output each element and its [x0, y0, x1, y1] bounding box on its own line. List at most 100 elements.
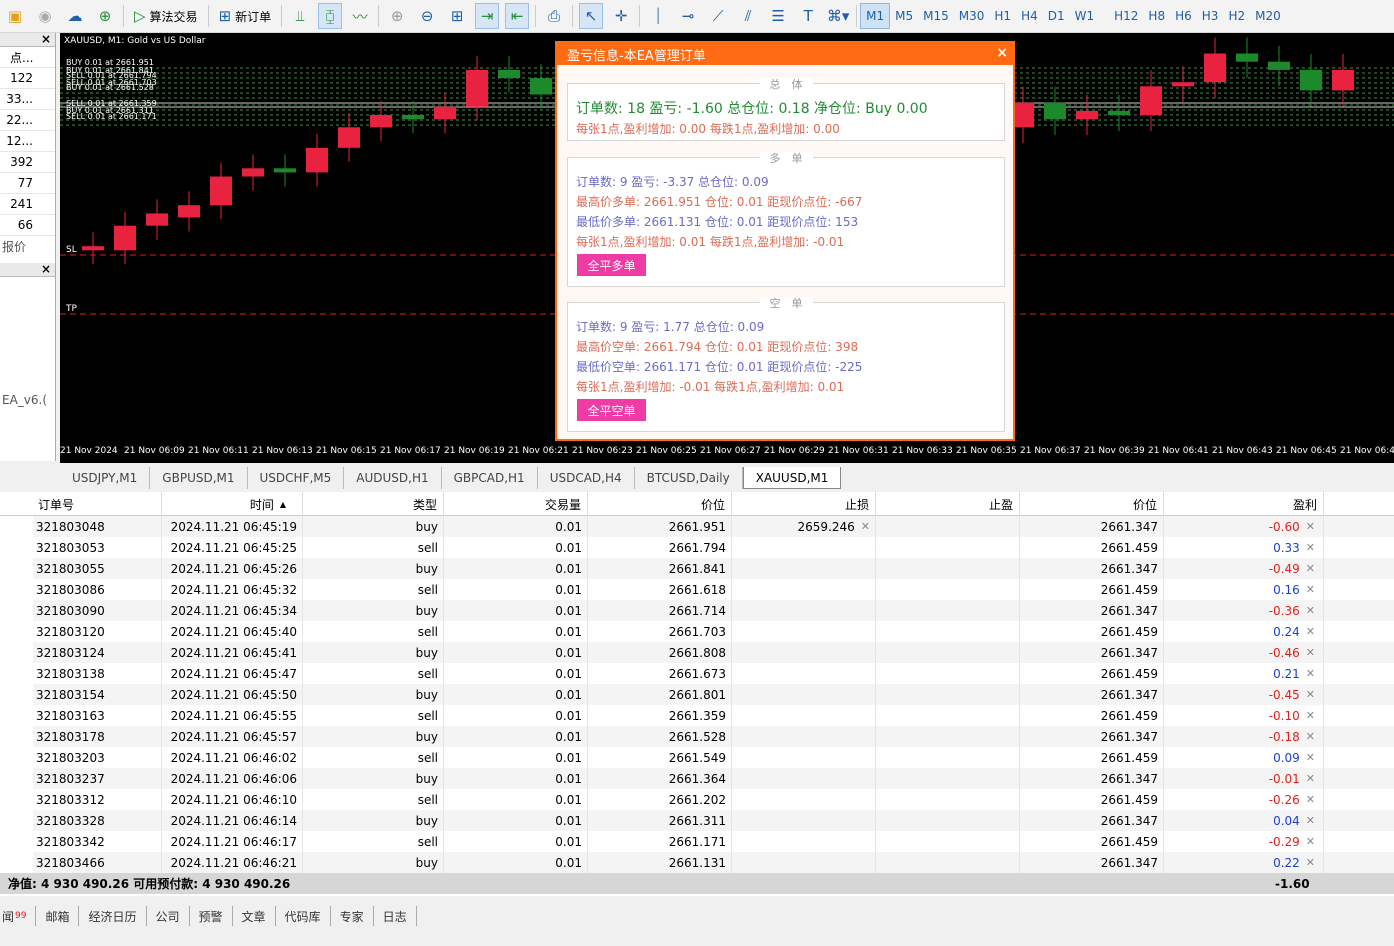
timeframe-m15[interactable]: M15: [918, 3, 954, 29]
table-row[interactable]: 321803120 2024.11.21 06:45:40 sell 0.01 2661…: [0, 621, 1394, 642]
remove-icon[interactable]: ✕: [1306, 562, 1315, 575]
screenshot-icon[interactable]: ⎙: [542, 3, 566, 29]
quote-tab-label[interactable]: 报价: [0, 236, 55, 257]
symbol-tab[interactable]: USDCAD,H4: [538, 467, 635, 489]
remove-icon[interactable]: ✕: [1306, 751, 1315, 764]
column-header[interactable]: 订单号: [0, 492, 162, 516]
quote-value[interactable]: 77: [0, 173, 55, 194]
close-all-long-button[interactable]: 全平多单: [577, 254, 646, 276]
candlestick-icon[interactable]: ⧮: [318, 3, 343, 29]
table-row[interactable]: 321803086 2024.11.21 06:45:32 sell 0.01 2661…: [0, 579, 1394, 600]
table-row[interactable]: 321803138 2024.11.21 06:45:47 sell 0.01 2661…: [0, 663, 1394, 684]
trendline-icon[interactable]: ⟋: [706, 3, 730, 29]
remove-icon[interactable]: ✕: [1306, 793, 1315, 806]
table-row[interactable]: 321803178 2024.11.21 06:45:57 buy 0.01 2661.…: [0, 726, 1394, 747]
column-header[interactable]: 止损: [732, 492, 876, 516]
remove-icon[interactable]: ✕: [1306, 730, 1315, 743]
signal-icon[interactable]: ◉: [33, 3, 57, 29]
timeframe-h1[interactable]: H1: [989, 3, 1016, 29]
terminal-tab[interactable]: 邮箱: [36, 906, 80, 926]
column-header[interactable]: 类型: [303, 492, 444, 516]
quote-value[interactable]: 33...: [0, 89, 55, 110]
table-row[interactable]: 321803342 2024.11.21 06:46:17 sell 0.01 2661…: [0, 831, 1394, 852]
timeframe-w1[interactable]: W1: [1070, 3, 1100, 29]
terminal-tab[interactable]: 经济日历: [79, 906, 147, 926]
remove-icon[interactable]: ✕: [1306, 520, 1315, 533]
terminal-tab[interactable]: 代码库: [276, 906, 331, 926]
timeframe-h6[interactable]: H6: [1170, 3, 1197, 29]
terminal-tab[interactable]: 日志: [374, 906, 417, 926]
remove-icon[interactable]: ✕: [1306, 814, 1315, 827]
quote-value[interactable]: 12...: [0, 131, 55, 152]
terminal-tab[interactable]: 闻 99: [0, 906, 37, 926]
remove-icon[interactable]: ✕: [1306, 709, 1315, 722]
symbol-tab[interactable]: AUDUSD,H1: [344, 467, 442, 489]
bar-chart-icon[interactable]: ⫫: [288, 3, 312, 29]
timeframe-d1[interactable]: D1: [1043, 3, 1070, 29]
timeframe-h4[interactable]: H4: [1016, 3, 1043, 29]
timeframe-m1[interactable]: M1: [860, 3, 891, 29]
table-row[interactable]: 321803163 2024.11.21 06:45:55 sell 0.01 2661…: [0, 705, 1394, 726]
line-chart-icon[interactable]: 〰: [348, 3, 372, 29]
remove-icon[interactable]: ✕: [1306, 604, 1315, 617]
crosshair-icon[interactable]: ✛: [609, 3, 633, 29]
ea-label[interactable]: EA_v6.(: [0, 389, 55, 410]
remove-icon[interactable]: ✕: [1306, 772, 1315, 785]
symbol-tab[interactable]: USDJPY,M1: [60, 467, 151, 489]
timeframe-h12[interactable]: H12: [1109, 3, 1143, 29]
remove-icon[interactable]: ✕: [1306, 541, 1315, 554]
timeframe-m5[interactable]: M5: [890, 3, 918, 29]
table-row[interactable]: 321803328 2024.11.21 06:46:14 buy 0.01 2661.…: [0, 810, 1394, 831]
column-header[interactable]: 时间 ▲: [162, 492, 303, 516]
table-row[interactable]: 321803055 2024.11.21 06:45:26 buy 0.01 2661.…: [0, 558, 1394, 579]
channel-icon[interactable]: ⫽: [736, 3, 760, 29]
table-row[interactable]: 321803053 2024.11.21 06:45:25 sell 0.01 2661…: [0, 537, 1394, 558]
timeframe-h8[interactable]: H8: [1143, 3, 1170, 29]
remove-icon[interactable]: ✕: [1306, 646, 1315, 659]
horizontal-line-icon[interactable]: ⊸: [676, 3, 700, 29]
close-icon[interactable]: ×: [41, 262, 51, 276]
symbol-tab[interactable]: USDCHF,M5: [248, 467, 345, 489]
remove-icon[interactable]: ✕: [1306, 625, 1315, 638]
chart-shift-icon[interactable]: ⇤: [505, 3, 530, 29]
remove-icon[interactable]: ✕: [861, 520, 870, 533]
close-icon[interactable]: ×: [41, 32, 51, 46]
table-row[interactable]: 321803466 2024.11.21 06:46:21 buy 0.01 2661.…: [0, 852, 1394, 873]
column-header[interactable]: 价位: [1020, 492, 1164, 516]
terminal-tab[interactable]: 公司: [147, 906, 190, 926]
table-row[interactable]: 321803237 2024.11.21 06:46:06 buy 0.01 2661.…: [0, 768, 1394, 789]
timeframe-h2[interactable]: H2: [1223, 3, 1250, 29]
symbol-tab[interactable]: GBPUSD,M1: [150, 467, 248, 489]
column-header[interactable]: 交易量: [444, 492, 588, 516]
symbol-tab[interactable]: XAUUSD,M1: [742, 467, 842, 489]
remove-icon[interactable]: ✕: [1306, 835, 1315, 848]
text-icon[interactable]: T: [796, 3, 820, 29]
autoscroll-icon[interactable]: ⇥: [475, 3, 500, 29]
table-row[interactable]: 321803048 2024.11.21 06:45:19 buy 0.01 2661.…: [0, 516, 1394, 537]
table-row[interactable]: 321803124 2024.11.21 06:45:41 buy 0.01 2661.…: [0, 642, 1394, 663]
dialog-title-bar[interactable]: 盈亏信息-本EA管理订单 ×: [557, 43, 1013, 65]
fibonacci-icon[interactable]: ☰: [766, 3, 790, 29]
remove-icon[interactable]: ✕: [1306, 856, 1315, 869]
terminal-tab[interactable]: 预警: [190, 906, 233, 926]
grid-icon[interactable]: ⊞: [445, 3, 469, 29]
timeframe-m20[interactable]: M20: [1250, 3, 1286, 29]
quote-value[interactable]: 392: [0, 152, 55, 173]
terminal-tab[interactable]: 文章: [233, 906, 276, 926]
timeframe-m30[interactable]: M30: [954, 3, 990, 29]
column-header[interactable]: 价位: [588, 492, 732, 516]
cloud-icon[interactable]: ☁: [63, 3, 87, 29]
vertical-line-icon[interactable]: ⏐: [646, 3, 670, 29]
bag-icon[interactable]: ▣: [3, 3, 27, 29]
table-row[interactable]: 321803312 2024.11.21 06:46:10 sell 0.01 2661…: [0, 789, 1394, 810]
new-order-button[interactable]: ⊞ 新订单: [215, 3, 276, 29]
table-row[interactable]: 321803090 2024.11.21 06:45:34 buy 0.01 2661.…: [0, 600, 1394, 621]
timeframe-h3[interactable]: H3: [1197, 3, 1224, 29]
table-row[interactable]: 321803203 2024.11.21 06:46:02 sell 0.01 2661…: [0, 747, 1394, 768]
zoom-out-icon[interactable]: ⊖: [415, 3, 439, 29]
column-header[interactable]: 止盈: [876, 492, 1020, 516]
remove-icon[interactable]: ✕: [1306, 583, 1315, 596]
close-icon[interactable]: ×: [996, 45, 1008, 61]
quote-value[interactable]: 66: [0, 215, 55, 236]
table-row[interactable]: 321803154 2024.11.21 06:45:50 buy 0.01 2661.…: [0, 684, 1394, 705]
